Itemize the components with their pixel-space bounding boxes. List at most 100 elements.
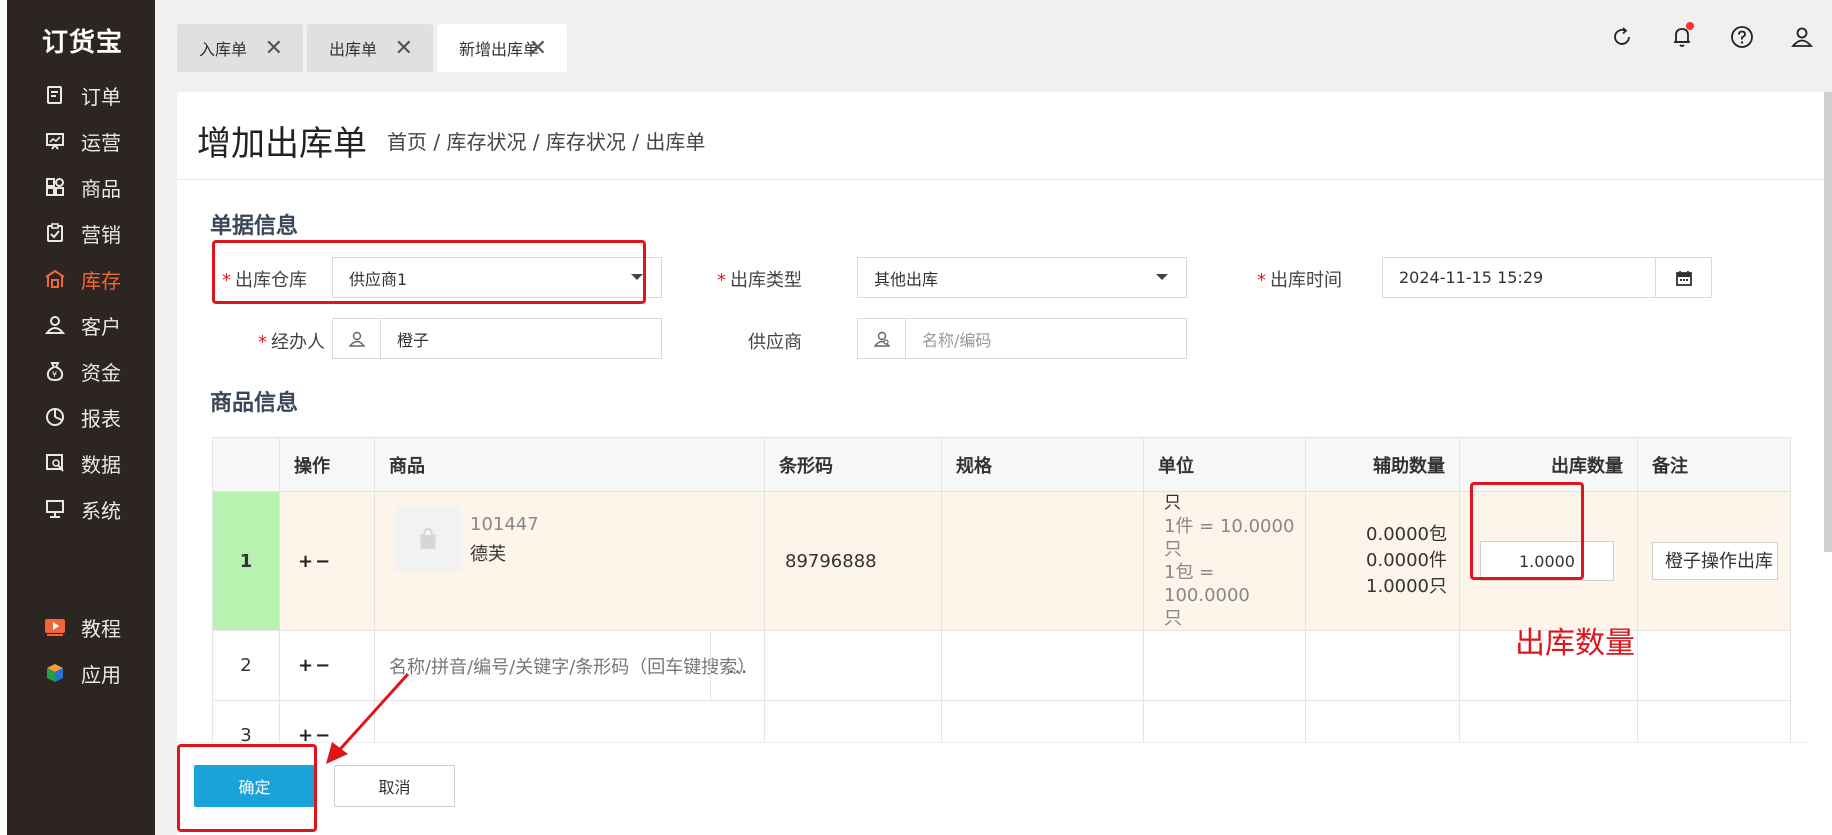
sidebar-item-report[interactable]: 报表 bbox=[43, 402, 121, 432]
empty-cell bbox=[1637, 630, 1791, 701]
page-title: 增加出库单 bbox=[197, 124, 367, 164]
sidebar-item-apps[interactable]: 应用 bbox=[43, 658, 121, 688]
col-barcode: 条形码 bbox=[764, 437, 942, 492]
warehouse-icon bbox=[43, 267, 67, 291]
scrollbar[interactable] bbox=[1824, 92, 1832, 552]
sidebar-item-label: 商品 bbox=[81, 176, 121, 201]
supplier-icon bbox=[858, 319, 906, 358]
table-header: 操作 商品 条形码 规格 单位 辅助数量 出库数量 备注 bbox=[212, 437, 1791, 492]
sidebar-item-label: 资金 bbox=[81, 360, 121, 385]
handler-field[interactable]: 橙子 bbox=[332, 318, 662, 359]
data-search-icon bbox=[43, 451, 67, 475]
aux-qty-line: 0.0000包 bbox=[1366, 524, 1447, 545]
warehouse-value: 供应商1 bbox=[349, 269, 408, 289]
sidebar-item-label: 订单 bbox=[81, 84, 121, 109]
sidebar-item-operation[interactable]: 运营 bbox=[43, 126, 121, 156]
product-image bbox=[395, 506, 461, 572]
section-title-goods: 商品信息 bbox=[210, 391, 299, 416]
page-content: 增加出库单 首页 / 库存状况 / 库存状况 / 出库单 单据信息 * 出库仓库 … bbox=[177, 92, 1832, 835]
refresh-icon[interactable] bbox=[1592, 22, 1652, 52]
sidebar-item-label: 运营 bbox=[81, 130, 121, 155]
user-icon[interactable] bbox=[1772, 22, 1832, 52]
app-logo: 订货宝 bbox=[42, 28, 124, 58]
type-label: * 出库类型 bbox=[717, 270, 802, 291]
tab-label: 新增出库单 bbox=[459, 40, 539, 59]
sidebar-item-customer[interactable]: 客户 bbox=[43, 310, 121, 340]
add-remove-row-button[interactable]: +− bbox=[279, 491, 375, 631]
close-icon[interactable]: ✕ bbox=[395, 36, 413, 61]
notification-dot bbox=[1686, 22, 1694, 30]
col-op: 操作 bbox=[279, 437, 375, 492]
supplier-field[interactable]: 名称/编码 bbox=[857, 318, 1187, 359]
aux-qty-cell: 0.0000包 0.0000件 1.0000只 bbox=[1305, 491, 1460, 631]
barcode-cell: 89796888 bbox=[764, 491, 942, 631]
time-value: 2024-11-15 15:29 bbox=[1399, 268, 1544, 287]
col-unit: 单位 bbox=[1143, 437, 1306, 492]
sidebar-item-label: 报表 bbox=[81, 406, 121, 431]
bell-icon[interactable] bbox=[1652, 22, 1712, 52]
warehouse-select[interactable]: 供应商1 bbox=[332, 257, 662, 298]
empty-cell bbox=[941, 630, 1144, 701]
tab-inbound[interactable]: 入库单 ✕ bbox=[177, 24, 303, 72]
confirm-button[interactable]: 确定 bbox=[194, 765, 315, 807]
col-out-qty: 出库数量 bbox=[1459, 437, 1638, 492]
sidebar-item-label: 库存 bbox=[81, 268, 121, 293]
clipboard-check-icon bbox=[43, 221, 67, 245]
tab-outbound[interactable]: 出库单 ✕ bbox=[307, 24, 433, 72]
out-qty-cell: 1.0000 bbox=[1459, 491, 1638, 631]
sidebar-item-marketing[interactable]: 营销 bbox=[43, 218, 121, 248]
sidebar-item-data[interactable]: 数据 bbox=[43, 448, 121, 478]
tab-new-outbound[interactable]: 新增出库单 ✕ bbox=[437, 24, 567, 72]
note-input[interactable]: 橙子操作出库 bbox=[1652, 542, 1778, 580]
product-cell[interactable]: 101447 德芙 bbox=[374, 491, 765, 631]
play-icon bbox=[43, 615, 67, 639]
tab-label: 入库单 bbox=[199, 40, 248, 59]
outbound-time-field[interactable]: 2024-11-15 15:29 bbox=[1382, 257, 1712, 298]
out-qty-input[interactable]: 1.0000 bbox=[1480, 541, 1614, 581]
svg-text:¥: ¥ bbox=[52, 370, 57, 379]
grid-icon bbox=[43, 175, 67, 199]
supplier-label: 供应商 bbox=[748, 332, 802, 353]
empty-cell bbox=[764, 630, 942, 701]
pie-chart-icon bbox=[43, 405, 67, 429]
calendar-icon[interactable] bbox=[1655, 258, 1711, 297]
close-icon[interactable]: ✕ bbox=[529, 36, 547, 61]
sidebar-item-tutorial[interactable]: 教程 bbox=[43, 612, 121, 642]
product-name: 德芙 bbox=[470, 544, 506, 565]
breadcrumb[interactable]: 首页 / 库存状况 / 库存状况 / 出库单 bbox=[387, 126, 705, 155]
empty-cell bbox=[1143, 630, 1306, 701]
topbar-icons bbox=[1592, 22, 1832, 52]
sidebar-item-order[interactable]: 订单 bbox=[43, 80, 121, 110]
cube-icon bbox=[43, 661, 67, 685]
sidebar-item-funds[interactable]: ¥ 资金 bbox=[43, 356, 121, 386]
presentation-icon bbox=[43, 129, 67, 153]
cancel-button[interactable]: 取消 bbox=[334, 765, 455, 807]
unit-conversion: 只 bbox=[1164, 608, 1182, 629]
tab-label: 出库单 bbox=[329, 40, 378, 59]
col-aux-qty: 辅助数量 bbox=[1305, 437, 1460, 492]
sidebar-item-label: 营销 bbox=[81, 222, 121, 247]
unit-conversion: 1包 = 100.0000 bbox=[1164, 562, 1250, 606]
product-search-placeholder: 名称/拼音/编号/关键字/条形码（回车键搜索） bbox=[389, 656, 756, 678]
sidebar-item-label: 系统 bbox=[81, 498, 121, 523]
close-icon[interactable]: ✕ bbox=[265, 36, 283, 61]
form-footer: 确定 取消 bbox=[177, 742, 1810, 835]
handler-label: * 经办人 bbox=[258, 332, 325, 353]
sidebar-item-system[interactable]: 系统 bbox=[43, 494, 121, 524]
product-code: 101447 bbox=[470, 514, 539, 535]
col-spec: 规格 bbox=[941, 437, 1144, 492]
sidebar-item-goods[interactable]: 商品 bbox=[43, 172, 121, 202]
goods-table: 操作 商品 条形码 规格 单位 辅助数量 出库数量 备注 1 +− 101447… bbox=[212, 437, 1791, 771]
unit-main: 只 bbox=[1164, 493, 1181, 513]
col-note: 备注 bbox=[1637, 437, 1791, 492]
sidebar: 订货宝 订单 运营 商品 营销 库存 客户 ¥ 资金 报表 数据 系统 教程 应… bbox=[7, 0, 155, 835]
chevron-down-icon bbox=[1156, 274, 1168, 280]
outbound-type-select[interactable]: 其他出库 bbox=[857, 257, 1187, 298]
page-header: 增加出库单 首页 / 库存状况 / 库存状况 / 出库单 bbox=[177, 92, 1832, 180]
sidebar-item-inventory[interactable]: 库存 bbox=[43, 264, 121, 294]
help-icon[interactable] bbox=[1712, 22, 1772, 52]
product-search-cell[interactable]: 名称/拼音/编号/关键字/条形码（回车键搜索） … bbox=[374, 630, 765, 701]
aux-qty-line: 0.0000件 bbox=[1366, 550, 1447, 571]
row-number: 1 bbox=[212, 491, 280, 631]
more-button[interactable]: … bbox=[710, 631, 764, 700]
